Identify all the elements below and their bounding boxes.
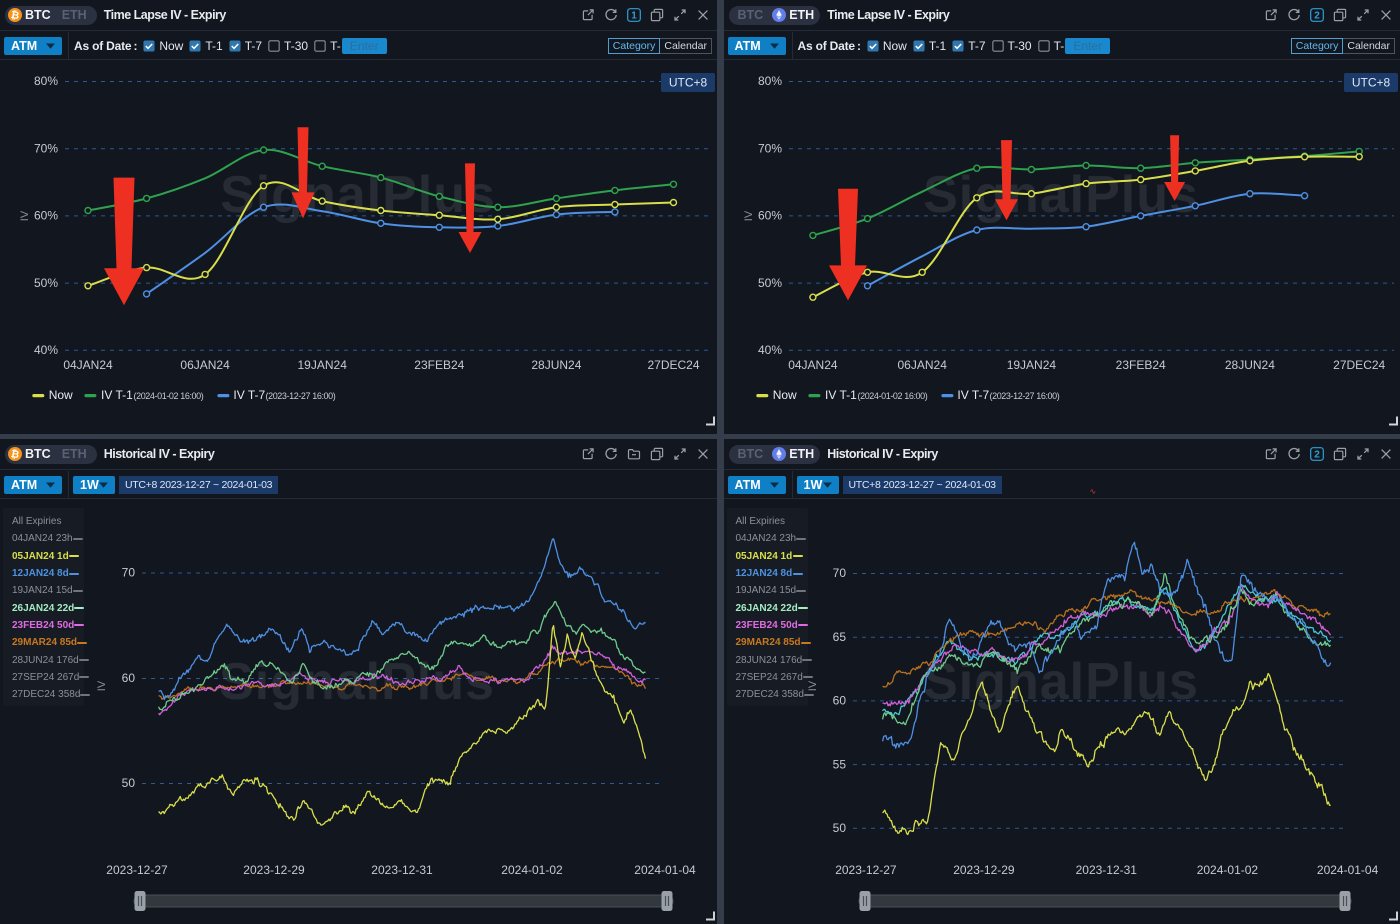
svg-text:IV T-7: IV T-7 bbox=[233, 388, 265, 402]
svg-text:28JUN24: 28JUN24 bbox=[531, 358, 581, 372]
svg-text:70%: 70% bbox=[757, 141, 781, 155]
svg-text:80%: 80% bbox=[757, 74, 781, 88]
svg-text:2024-01-02: 2024-01-02 bbox=[501, 863, 563, 877]
svg-text:06JAN24: 06JAN24 bbox=[897, 358, 947, 372]
svg-text:(2023-12-27 16:00): (2023-12-27 16:00) bbox=[989, 391, 1059, 401]
svg-text:55: 55 bbox=[832, 757, 846, 771]
svg-text:27DEC24: 27DEC24 bbox=[647, 358, 699, 372]
svg-text:2: 2 bbox=[1314, 450, 1320, 461]
svg-text:2024-01-04: 2024-01-04 bbox=[634, 863, 696, 877]
svg-text:70%: 70% bbox=[34, 141, 58, 155]
svg-text:50%: 50% bbox=[34, 276, 58, 290]
svg-text:UTC+8: UTC+8 bbox=[669, 76, 708, 90]
svg-text:(2024-01-02 16:00): (2024-01-02 16:00) bbox=[857, 391, 927, 401]
svg-text:19JAN24: 19JAN24 bbox=[1006, 358, 1056, 372]
svg-text:60: 60 bbox=[122, 671, 136, 685]
svg-text:IV: IV bbox=[807, 680, 819, 691]
svg-text:60: 60 bbox=[832, 694, 846, 708]
svg-text:50: 50 bbox=[832, 821, 846, 835]
svg-text:2024-01-04: 2024-01-04 bbox=[1316, 863, 1378, 877]
svg-text:70: 70 bbox=[122, 566, 136, 580]
svg-text:IV T-1: IV T-1 bbox=[101, 388, 133, 402]
svg-text:IV: IV bbox=[96, 680, 108, 691]
svg-text:40%: 40% bbox=[34, 343, 58, 357]
svg-text:SignalPlus: SignalPlus bbox=[923, 653, 1199, 711]
svg-text:2023-12-27: 2023-12-27 bbox=[835, 863, 897, 877]
svg-text:65: 65 bbox=[832, 630, 846, 644]
svg-text:28JUN24: 28JUN24 bbox=[1224, 358, 1274, 372]
svg-text:80%: 80% bbox=[34, 74, 58, 88]
svg-text:IV T-1: IV T-1 bbox=[825, 388, 857, 402]
svg-text:Now: Now bbox=[772, 388, 796, 402]
svg-text:2023-12-31: 2023-12-31 bbox=[371, 863, 433, 877]
svg-text:SignalPlus: SignalPlus bbox=[923, 166, 1199, 224]
svg-text:2024-01-02: 2024-01-02 bbox=[1196, 863, 1258, 877]
svg-text:19JAN24: 19JAN24 bbox=[298, 358, 348, 372]
svg-text:1: 1 bbox=[631, 11, 637, 22]
svg-text:2: 2 bbox=[1314, 11, 1320, 22]
svg-text:50%: 50% bbox=[757, 276, 781, 290]
svg-text:2023-12-27: 2023-12-27 bbox=[106, 863, 168, 877]
svg-text:70: 70 bbox=[832, 566, 846, 580]
svg-text:60%: 60% bbox=[757, 209, 781, 223]
svg-text:60%: 60% bbox=[34, 209, 58, 223]
svg-text:SignalPlus: SignalPlus bbox=[220, 166, 496, 224]
svg-text:IV: IV bbox=[19, 210, 31, 221]
svg-text:2023-12-29: 2023-12-29 bbox=[243, 863, 305, 877]
svg-text:50: 50 bbox=[122, 776, 136, 790]
svg-text:23FEB24: 23FEB24 bbox=[1115, 358, 1165, 372]
svg-text:04JAN24: 04JAN24 bbox=[63, 358, 113, 372]
svg-text:(2024-01-02 16:00): (2024-01-02 16:00) bbox=[134, 391, 204, 401]
svg-text:27DEC24: 27DEC24 bbox=[1333, 358, 1385, 372]
svg-text:Now: Now bbox=[49, 388, 73, 402]
svg-text:23FEB24: 23FEB24 bbox=[414, 358, 464, 372]
svg-text:(2023-12-27 16:00): (2023-12-27 16:00) bbox=[266, 391, 336, 401]
svg-text:IV T-7: IV T-7 bbox=[957, 388, 989, 402]
svg-text:40%: 40% bbox=[757, 343, 781, 357]
svg-text:04JAN24: 04JAN24 bbox=[788, 358, 838, 372]
svg-text:IV: IV bbox=[743, 210, 755, 221]
svg-text:2023-12-31: 2023-12-31 bbox=[1075, 863, 1137, 877]
svg-text:06JAN24: 06JAN24 bbox=[180, 358, 230, 372]
svg-text:UTC+8: UTC+8 bbox=[1351, 76, 1390, 90]
svg-text:2023-12-29: 2023-12-29 bbox=[953, 863, 1015, 877]
